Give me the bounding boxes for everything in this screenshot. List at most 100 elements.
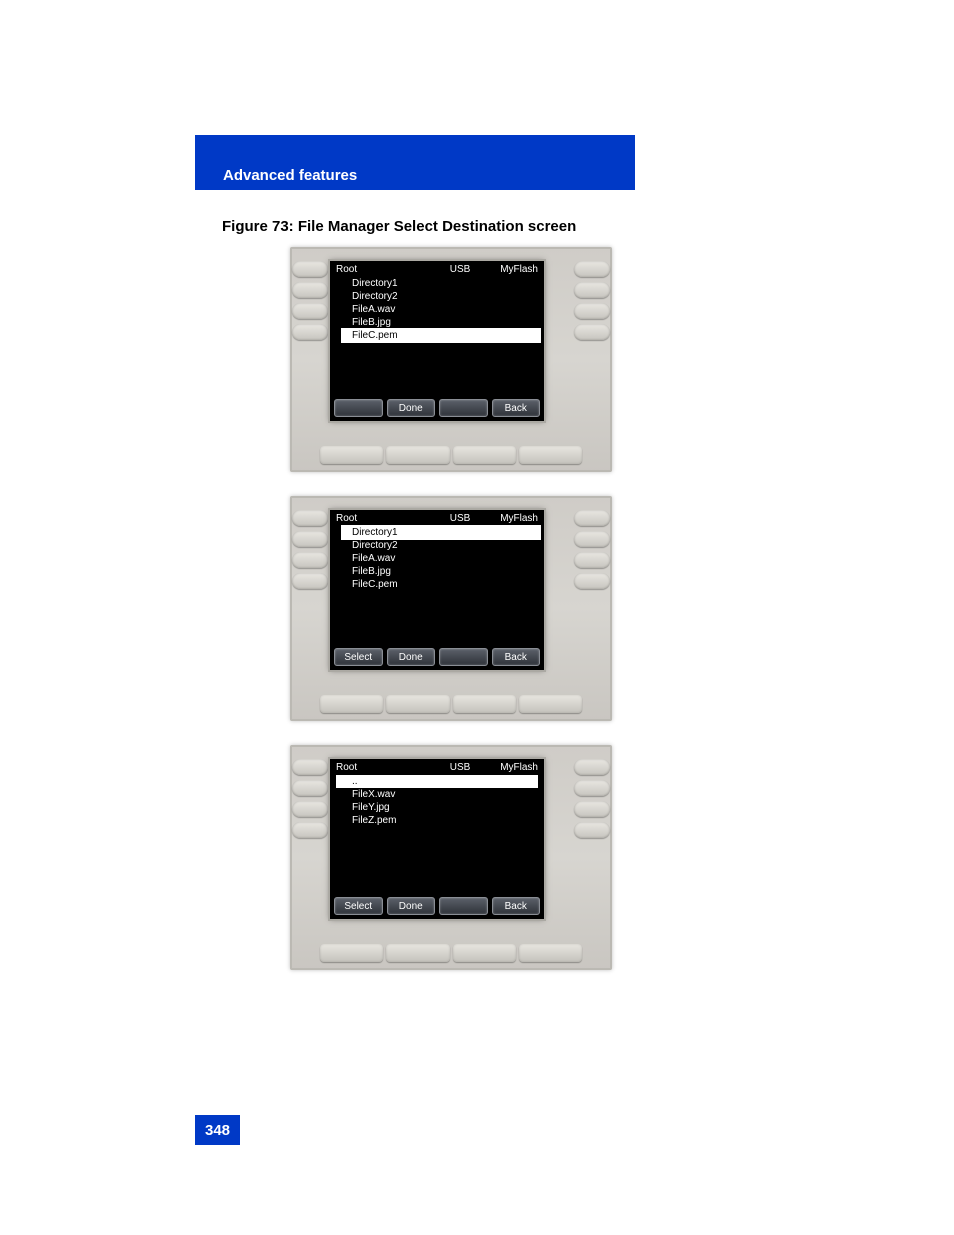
softkey-bar: Select Done Back: [334, 648, 540, 666]
bottom-key[interactable]: [386, 695, 449, 713]
file-list: Directory1 Directory2 FileA.wav FileB.jp…: [348, 526, 538, 591]
figure-image-stack: Root USB MyFlash Directory1 Directory2 F…: [290, 247, 954, 970]
bottom-key-strip: [320, 695, 582, 713]
hardkey[interactable]: [292, 261, 328, 277]
file-list: .. FileX.wav FileY.jpg FileZ.pem: [336, 775, 538, 827]
tab-bar: Root USB MyFlash: [330, 759, 544, 773]
list-item[interactable]: FileB.jpg: [348, 316, 538, 329]
list-item[interactable]: FileC.pem: [348, 578, 538, 591]
hardkey[interactable]: [574, 531, 610, 547]
hardkey[interactable]: [292, 552, 328, 568]
list-item[interactable]: FileY.jpg: [336, 801, 538, 814]
file-list: Directory1 Directory2 FileA.wav FileB.jp…: [348, 277, 538, 342]
bottom-key[interactable]: [519, 695, 582, 713]
tab-root[interactable]: Root: [336, 761, 438, 773]
bottom-key[interactable]: [320, 446, 383, 464]
list-item[interactable]: FileZ.pem: [336, 814, 538, 827]
hardkey[interactable]: [292, 510, 328, 526]
softkey-done[interactable]: Done: [387, 399, 436, 417]
tab-root[interactable]: Root: [336, 263, 438, 275]
section-header: Advanced features: [195, 135, 635, 190]
softkey-3[interactable]: [439, 648, 488, 666]
hardkey[interactable]: [574, 303, 610, 319]
hardkey[interactable]: [574, 510, 610, 526]
hardkey[interactable]: [292, 531, 328, 547]
hardkey[interactable]: [292, 780, 328, 796]
hardkey[interactable]: [574, 780, 610, 796]
hardkeys-left: [292, 759, 328, 838]
tab-bar: Root USB MyFlash: [330, 261, 544, 275]
hardkey[interactable]: [574, 759, 610, 775]
tab-bar: Root USB MyFlash: [330, 510, 544, 524]
bottom-key[interactable]: [519, 446, 582, 464]
softkey-done[interactable]: Done: [387, 648, 436, 666]
hardkey[interactable]: [292, 282, 328, 298]
softkey-select[interactable]: Select: [334, 897, 383, 915]
hardkey[interactable]: [292, 324, 328, 340]
softkey-select[interactable]: Select: [334, 648, 383, 666]
list-item[interactable]: Directory2: [348, 539, 538, 552]
tab-usb[interactable]: USB: [438, 512, 482, 524]
bottom-key[interactable]: [453, 446, 516, 464]
tab-root[interactable]: Root: [336, 512, 438, 524]
hardkeys-left: [292, 261, 328, 340]
softkey-back[interactable]: Back: [492, 897, 541, 915]
list-item[interactable]: Directory1: [348, 277, 538, 290]
tab-usb[interactable]: USB: [438, 263, 482, 275]
softkey-back[interactable]: Back: [492, 399, 541, 417]
list-item[interactable]: FileA.wav: [348, 303, 538, 316]
bottom-key-strip: [320, 446, 582, 464]
softkey-bar: Done Back: [334, 399, 540, 417]
bottom-key[interactable]: [320, 695, 383, 713]
hardkey[interactable]: [292, 801, 328, 817]
list-item[interactable]: Directory2: [348, 290, 538, 303]
bottom-key[interactable]: [519, 944, 582, 962]
softkey-3[interactable]: [439, 399, 488, 417]
hardkey[interactable]: [574, 822, 610, 838]
tab-myflash[interactable]: MyFlash: [482, 761, 538, 773]
softkey-3[interactable]: [439, 897, 488, 915]
figure-caption: Figure 73: File Manager Select Destinati…: [222, 218, 954, 235]
hardkey[interactable]: [574, 282, 610, 298]
bottom-key[interactable]: [386, 446, 449, 464]
phone-device: Root USB MyFlash Directory1 Directory2 F…: [290, 247, 612, 472]
softkey-1[interactable]: [334, 399, 383, 417]
hardkeys-right: [574, 759, 610, 838]
hardkey[interactable]: [574, 573, 610, 589]
bottom-key-strip: [320, 944, 582, 962]
bottom-key[interactable]: [386, 944, 449, 962]
hardkey[interactable]: [292, 303, 328, 319]
hardkeys-right: [574, 261, 610, 340]
hardkey[interactable]: [574, 324, 610, 340]
tab-usb[interactable]: USB: [438, 761, 482, 773]
list-item-selected[interactable]: FileC.pem: [342, 329, 540, 342]
bottom-key[interactable]: [453, 944, 516, 962]
hardkey[interactable]: [292, 759, 328, 775]
section-title: Advanced features: [223, 167, 357, 184]
phone-screen: Root USB MyFlash Directory1 Directory2 F…: [330, 261, 544, 421]
phone-screen: Root USB MyFlash .. FileX.wav FileY.jpg …: [330, 759, 544, 919]
hardkey[interactable]: [292, 822, 328, 838]
hardkeys-left: [292, 510, 328, 589]
page-number: 348: [195, 1115, 240, 1145]
phone-device: Root USB MyFlash .. FileX.wav FileY.jpg …: [290, 745, 612, 970]
bottom-key[interactable]: [453, 695, 516, 713]
phone-screen: Root USB MyFlash Directory1 Directory2 F…: [330, 510, 544, 670]
tab-myflash[interactable]: MyFlash: [482, 263, 538, 275]
list-item-selected[interactable]: Directory1: [342, 526, 540, 539]
list-item[interactable]: FileX.wav: [336, 788, 538, 801]
hardkey[interactable]: [574, 261, 610, 277]
tab-myflash[interactable]: MyFlash: [482, 512, 538, 524]
phone-device: Root USB MyFlash Directory1 Directory2 F…: [290, 496, 612, 721]
list-item-selected[interactable]: ..: [336, 775, 538, 788]
list-item[interactable]: FileB.jpg: [348, 565, 538, 578]
hardkeys-right: [574, 510, 610, 589]
bottom-key[interactable]: [320, 944, 383, 962]
softkey-done[interactable]: Done: [387, 897, 436, 915]
softkey-back[interactable]: Back: [492, 648, 541, 666]
hardkey[interactable]: [574, 801, 610, 817]
softkey-bar: Select Done Back: [334, 897, 540, 915]
list-item[interactable]: FileA.wav: [348, 552, 538, 565]
hardkey[interactable]: [292, 573, 328, 589]
hardkey[interactable]: [574, 552, 610, 568]
